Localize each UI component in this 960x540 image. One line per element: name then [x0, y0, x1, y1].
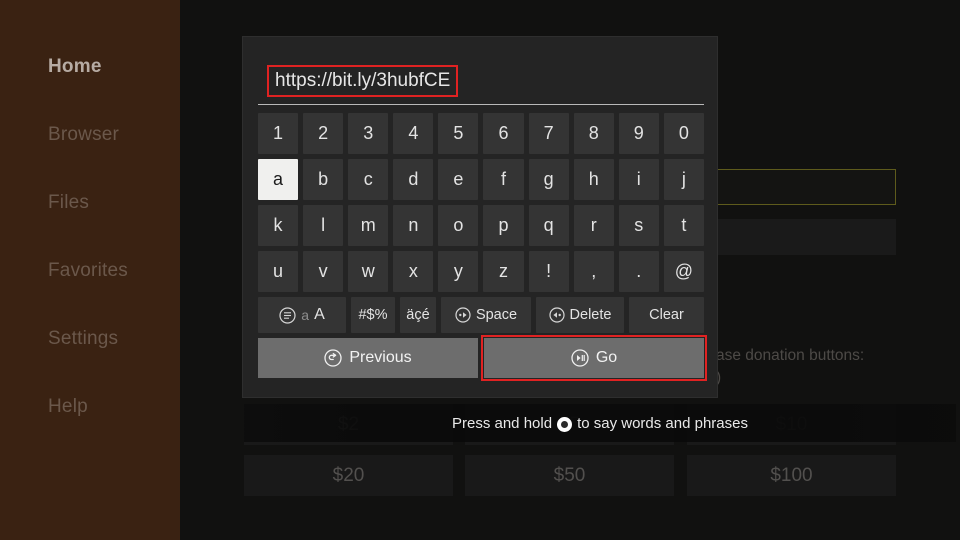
keyboard-bottom-row: Previous Go — [258, 335, 707, 381]
url-input-underline — [258, 104, 704, 105]
key-h[interactable]: h — [573, 159, 614, 200]
key-d[interactable]: d — [393, 159, 434, 200]
delete-key[interactable]: Delete — [536, 297, 624, 333]
keyboard-row-numbers: 1 2 3 4 5 6 7 8 9 0 — [258, 113, 704, 154]
key-n[interactable]: n — [393, 205, 434, 246]
key-w[interactable]: w — [348, 251, 389, 292]
key-m[interactable]: m — [348, 205, 389, 246]
keyboard-row-k-t: k l m n o p q r s t — [258, 205, 704, 246]
key-b[interactable]: b — [303, 159, 344, 200]
previous-button-label: Previous — [349, 349, 412, 366]
back-circle-icon — [324, 349, 343, 367]
key-v[interactable]: v — [303, 251, 344, 292]
url-input-container: https://bit.ly/3hubfCE — [258, 65, 704, 105]
key-z[interactable]: z — [483, 251, 524, 292]
case-toggle-upper-label: A — [314, 306, 325, 323]
key-l[interactable]: l — [303, 205, 344, 246]
screen-root: ase donation buttons: ) $2 $5 $10 $20 $5… — [0, 0, 960, 540]
voice-hint-text-before: Press and hold — [451, 414, 553, 432]
donation-button-6[interactable]: $100 — [687, 455, 896, 496]
key-k[interactable]: k — [258, 205, 299, 246]
rewind-icon — [548, 307, 565, 323]
circle-menu-icon — [279, 306, 296, 324]
donation-button-4[interactable]: $20 — [244, 455, 453, 496]
key-g[interactable]: g — [528, 159, 569, 200]
sidebar-item-files[interactable]: Files — [0, 186, 180, 220]
keyboard-function-row: aA #$% äçé Space Delete Clear — [258, 297, 704, 333]
key-a[interactable]: a — [258, 159, 299, 200]
key-period[interactable]: . — [618, 251, 659, 292]
key-c[interactable]: c — [348, 159, 389, 200]
sidebar-item-home[interactable]: Home — [0, 50, 180, 84]
key-9[interactable]: 9 — [618, 113, 659, 154]
previous-button[interactable]: Previous — [258, 338, 478, 378]
key-4[interactable]: 4 — [393, 113, 434, 154]
background-list-row — [700, 219, 896, 255]
voice-hint-bar: Press and hold to say words and phrases — [244, 404, 956, 442]
clear-key[interactable]: Clear — [629, 297, 704, 333]
key-t[interactable]: t — [663, 205, 704, 246]
keyboard-row-u-at: u v w x y z ! , . @ — [258, 251, 704, 292]
case-toggle-lower-label: a — [301, 307, 310, 323]
key-o[interactable]: o — [438, 205, 479, 246]
keyboard-rows: 1 2 3 4 5 6 7 8 9 0 a b c d e f g h i j … — [258, 113, 707, 381]
key-q[interactable]: q — [528, 205, 569, 246]
voice-hint-text-after: to say words and phrases — [577, 414, 748, 432]
key-6[interactable]: 6 — [483, 113, 524, 154]
mic-dot-icon — [557, 416, 573, 432]
background-donation-caption-line1: ase donation buttons: — [716, 347, 865, 364]
sidebar-item-browser[interactable]: Browser — [0, 118, 180, 152]
sidebar-item-settings[interactable]: Settings — [0, 322, 180, 356]
key-j[interactable]: j — [663, 159, 704, 200]
sidebar-item-help[interactable]: Help — [0, 390, 180, 424]
case-toggle-button[interactable]: aA — [258, 297, 346, 333]
key-0[interactable]: 0 — [663, 113, 704, 154]
go-button-label: Go — [595, 349, 618, 366]
go-button[interactable]: Go — [481, 335, 707, 381]
key-7[interactable]: 7 — [528, 113, 569, 154]
key-f[interactable]: f — [483, 159, 524, 200]
key-s[interactable]: s — [618, 205, 659, 246]
key-comma[interactable]: , — [573, 251, 614, 292]
key-i[interactable]: i — [618, 159, 659, 200]
donation-button-5[interactable]: $50 — [465, 455, 674, 496]
fast-forward-icon — [455, 307, 471, 323]
key-y[interactable]: y — [438, 251, 479, 292]
accents-key[interactable]: äçé — [400, 297, 436, 333]
key-at[interactable]: @ — [663, 251, 704, 292]
sidebar: Home Browser Files Favorites Settings He… — [0, 0, 180, 540]
url-input[interactable]: https://bit.ly/3hubfCE — [267, 65, 459, 97]
delete-key-label: Delete — [569, 307, 612, 323]
key-r[interactable]: r — [573, 205, 614, 246]
space-key[interactable]: Space — [441, 297, 531, 333]
background-url-field[interactable] — [700, 169, 896, 205]
sidebar-item-favorites[interactable]: Favorites — [0, 254, 180, 288]
key-e[interactable]: e — [438, 159, 479, 200]
keyboard-row-a-j: a b c d e f g h i j — [258, 159, 704, 200]
key-2[interactable]: 2 — [303, 113, 344, 154]
key-1[interactable]: 1 — [258, 113, 299, 154]
key-exclamation[interactable]: ! — [528, 251, 569, 292]
key-x[interactable]: x — [393, 251, 434, 292]
onscreen-keyboard-dialog: https://bit.ly/3hubfCE 1 2 3 4 5 6 7 8 9… — [242, 36, 718, 398]
key-8[interactable]: 8 — [573, 113, 614, 154]
key-u[interactable]: u — [258, 251, 299, 292]
key-p[interactable]: p — [483, 205, 524, 246]
key-3[interactable]: 3 — [348, 113, 389, 154]
play-pause-circle-icon — [571, 349, 589, 367]
symbols-key[interactable]: #$% — [351, 297, 395, 333]
space-key-label: Space — [475, 307, 518, 323]
key-5[interactable]: 5 — [438, 113, 479, 154]
